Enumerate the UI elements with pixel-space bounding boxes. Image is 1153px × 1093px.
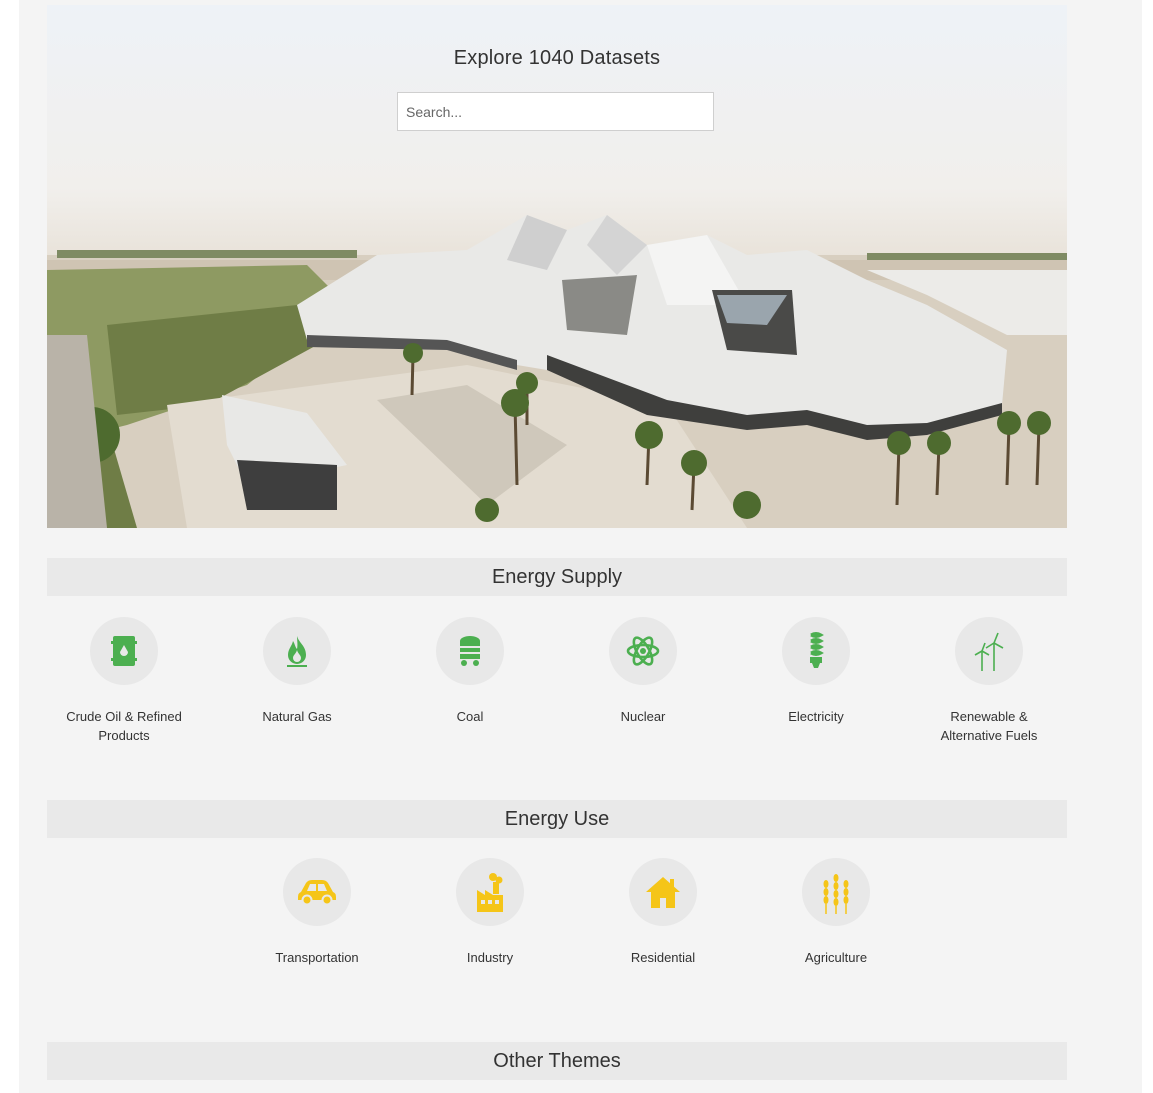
- category-industry[interactable]: Industry: [420, 858, 560, 967]
- category-label: Crude Oil & Refined Products: [66, 709, 182, 743]
- atom-icon: [626, 636, 660, 666]
- car-icon: [298, 880, 336, 906]
- category-label: Transportation: [275, 950, 359, 965]
- category-electricity[interactable]: Electricity: [746, 617, 886, 726]
- category-icon-circle: [283, 858, 351, 926]
- page-title: Explore 1040 Datasets: [453, 47, 661, 69]
- category-label: Renewable & Alternative Fuels: [940, 709, 1038, 743]
- category-coal[interactable]: Coal: [400, 617, 540, 726]
- coal-cart-icon: [460, 636, 480, 666]
- hero-banner: Explore 1040 Datasets: [47, 5, 1067, 528]
- factory-icon: [477, 873, 503, 912]
- category-icon-circle: [263, 617, 331, 685]
- category-crude-oil[interactable]: Crude Oil & Refined Products: [54, 617, 194, 745]
- category-label: Residential: [630, 950, 696, 965]
- category-label: Natural Gas: [262, 709, 332, 724]
- wheat-icon: [823, 874, 849, 914]
- category-icon-circle: [782, 617, 850, 685]
- wind-turbine-icon: [974, 632, 1004, 671]
- category-label: Coal: [456, 709, 484, 724]
- category-nuclear[interactable]: Nuclear: [573, 617, 713, 726]
- category-residential[interactable]: Residential: [593, 858, 733, 967]
- category-icon-circle: [802, 858, 870, 926]
- hero-building-image: [47, 215, 1067, 528]
- category-label: Industry: [466, 950, 514, 965]
- category-natural-gas[interactable]: Natural Gas: [227, 617, 367, 726]
- oil-barrel-icon: [111, 636, 137, 666]
- category-label: Electricity: [788, 709, 844, 724]
- category-icon-circle: [90, 617, 158, 685]
- flame-icon: [287, 636, 307, 667]
- category-icon-circle: [436, 617, 504, 685]
- category-label: Nuclear: [620, 709, 666, 724]
- category-icon-circle: [629, 858, 697, 926]
- light-bulb-icon: [810, 632, 824, 668]
- category-agriculture[interactable]: Agriculture: [766, 858, 906, 967]
- category-icon-circle: [456, 858, 524, 926]
- section-header-energy-supply: Energy Supply: [47, 558, 1067, 596]
- category-icon-circle: [609, 617, 677, 685]
- section-header-other-themes: Other Themes: [47, 1042, 1067, 1080]
- search-input[interactable]: [397, 92, 714, 131]
- category-label: Agriculture: [804, 950, 868, 965]
- category-transportation[interactable]: Transportation: [247, 858, 387, 967]
- house-icon: [646, 877, 680, 908]
- category-icon-circle: [955, 617, 1023, 685]
- section-header-energy-use: Energy Use: [47, 800, 1067, 838]
- category-renewable[interactable]: Renewable & Alternative Fuels: [919, 617, 1059, 745]
